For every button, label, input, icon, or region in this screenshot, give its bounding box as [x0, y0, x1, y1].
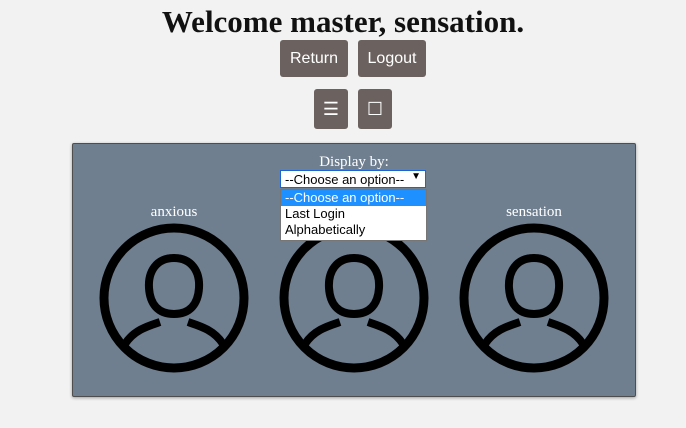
user-avatar-icon — [279, 223, 429, 373]
display-by-options: --Choose an option-- Last Login Alphabet… — [280, 189, 427, 241]
menu-button[interactable]: ☰ — [314, 89, 348, 129]
return-button[interactable]: Return — [280, 40, 348, 77]
user-avatar-icon — [99, 223, 249, 373]
option-last-login[interactable]: Last Login — [281, 206, 426, 222]
menu-icon: ☰ — [322, 98, 340, 119]
page-title: Welcome master, sensation. — [161, 4, 525, 39]
option-choose[interactable]: --Choose an option-- — [281, 190, 426, 206]
display-by-select[interactable]: --Choose an option-- ▼ — [280, 170, 426, 188]
user-name: anxious — [150, 204, 198, 220]
user-avatar-icon — [459, 223, 609, 373]
grid-view-button[interactable]: ☐ — [358, 89, 392, 129]
option-alphabetically[interactable]: Alphabetically — [281, 222, 426, 238]
user-card-anxious[interactable]: anxious — [94, 204, 254, 374]
select-value: --Choose an option-- — [285, 172, 405, 187]
square-icon: ☐ — [366, 98, 384, 119]
dropdown-arrow-icon: ▼ — [411, 171, 421, 182]
users-panel: Display by: --Choose an option-- ▼ --Cho… — [72, 143, 636, 397]
user-card-sensation[interactable]: sensation — [454, 204, 614, 374]
logout-button[interactable]: Logout — [358, 40, 426, 77]
user-name: sensation — [506, 204, 562, 220]
display-by-label: Display by: — [319, 154, 389, 170]
